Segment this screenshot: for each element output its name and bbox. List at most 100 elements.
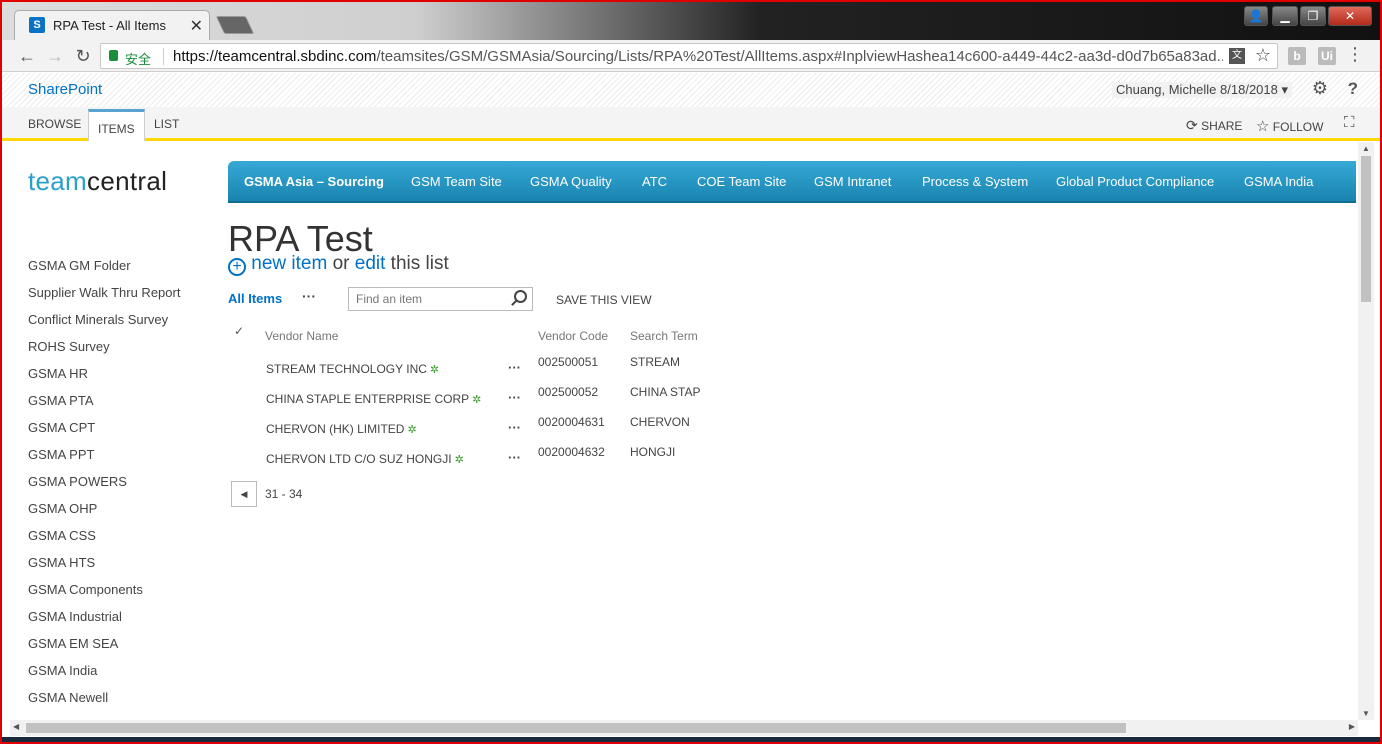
restore-icon[interactable]: ❐ — [1300, 6, 1326, 26]
vendor-name-cell[interactable]: CHERVON (HK) LIMITED ✲ — [266, 422, 417, 436]
address-bar[interactable]: 安全 https://teamcentral.sbdinc.com/teamsi… — [100, 43, 1278, 69]
leftnav-item[interactable]: GSMA India — [28, 661, 180, 688]
search-input[interactable] — [354, 291, 504, 307]
topnav-global-product-compliance[interactable]: Global Product Compliance — [1056, 174, 1214, 189]
topnav-gsma-asia-sourcing[interactable]: GSMA Asia – Sourcing — [244, 174, 384, 189]
leftnav-item[interactable]: GSMA PTA — [28, 391, 180, 418]
vertical-scroll-thumb[interactable] — [1361, 156, 1371, 302]
share-button[interactable]: ⟳ SHARE — [1186, 117, 1242, 134]
profile-icon[interactable]: 👤 — [1244, 6, 1268, 26]
browser-menu-icon[interactable]: ⋮ — [1346, 44, 1364, 65]
reload-icon[interactable]: ↻ — [72, 45, 94, 67]
scroll-left-icon[interactable]: ◀ — [13, 722, 19, 731]
add-circle-icon[interactable]: + — [228, 258, 246, 276]
leftnav-item[interactable]: GSMA Newell — [28, 688, 180, 715]
table-row[interactable]: CHINA STAPLE ENTERPRISE CORP ✲ ··· 002500… — [228, 384, 728, 414]
vendor-name-cell[interactable]: CHERVON LTD C/O SUZ HONGJI ✲ — [266, 452, 464, 466]
extension-b-icon[interactable]: b — [1288, 47, 1306, 65]
site-logo[interactable]: teamcentral — [28, 166, 167, 197]
leftnav-item[interactable]: GSMA GM Folder — [28, 256, 180, 283]
horizontal-scrollbar[interactable]: ◀ ▶ — [10, 720, 1358, 736]
leftnav-item[interactable]: Conflict Minerals Survey — [28, 310, 180, 337]
search-term-cell: CHINA STAP — [630, 385, 701, 399]
vendor-name-cell[interactable]: CHINA STAPLE ENTERPRISE CORP ✲ — [266, 392, 481, 406]
scroll-up-icon[interactable]: ▲ — [1362, 144, 1370, 153]
search-term-cell: CHERVON — [630, 415, 690, 429]
leftnav-item[interactable]: GSMA PPT — [28, 445, 180, 472]
browser-toolbar: ← → ↻ 安全 https://teamcentral.sbdinc.com/… — [2, 40, 1380, 72]
table-row[interactable]: CHERVON (HK) LIMITED ✲ ··· 0020004631 CHE… — [228, 414, 728, 444]
item-menu-ellipsis-icon[interactable]: ··· — [508, 450, 521, 465]
vendor-code-cell: 002500052 — [538, 385, 599, 399]
topnav-gsm-intranet[interactable]: GSM Intranet — [814, 174, 891, 189]
topnav-gsma-quality[interactable]: GSMA Quality — [530, 174, 612, 189]
tab-browse[interactable]: BROWSE — [28, 117, 81, 131]
tab-items[interactable]: ITEMS — [88, 109, 145, 141]
new-item-icon: ✲ — [472, 394, 482, 406]
leftnav-item[interactable]: GSMA OHP — [28, 499, 180, 526]
vertical-scrollbar[interactable]: ▲ ▼ — [1358, 142, 1374, 720]
topnav-gsma-india[interactable]: GSMA India — [1244, 174, 1313, 189]
horizontal-scroll-thumb[interactable] — [26, 723, 1126, 733]
logo-part-central: central — [87, 166, 168, 196]
leftnav-item[interactable]: GSMA HR — [28, 364, 180, 391]
leftnav-item[interactable]: GSMA Industrial — [28, 607, 180, 634]
save-this-view-button[interactable]: SAVE THIS VIEW — [556, 293, 652, 307]
topnav-coe-team-site[interactable]: COE Team Site — [697, 174, 786, 189]
share-label: SHARE — [1201, 119, 1243, 133]
table-row[interactable]: STREAM TECHNOLOGY INC ✲ ··· 002500051 STR… — [228, 354, 728, 384]
search-icon[interactable] — [514, 290, 527, 303]
leftnav-item[interactable]: GSMA HTS — [28, 553, 180, 580]
leftnav-item[interactable]: GSMA CSS — [28, 526, 180, 553]
item-menu-ellipsis-icon[interactable]: ··· — [508, 420, 521, 435]
new-item-icon: ✲ — [454, 454, 464, 466]
leftnav-item[interactable]: Supplier Walk Thru Report — [28, 283, 180, 310]
help-icon[interactable]: ? — [1348, 79, 1358, 99]
focus-on-content-icon[interactable]: ⛶ — [1344, 114, 1355, 131]
leftnav-item[interactable]: GSMA Components — [28, 580, 180, 607]
translate-icon[interactable]: 文 — [1229, 48, 1245, 64]
leftnav-item[interactable]: GSMA POWERS — [28, 472, 180, 499]
table-row[interactable]: CHERVON LTD C/O SUZ HONGJI ✲ ··· 00200046… — [228, 444, 728, 474]
scroll-right-icon[interactable]: ▶ — [1349, 722, 1355, 731]
leftnav-item[interactable]: GSMA EM SEA — [28, 634, 180, 661]
settings-gear-icon[interactable]: ⚙ — [1312, 78, 1328, 99]
item-menu-ellipsis-icon[interactable]: ··· — [508, 390, 521, 405]
column-header-vendor-name[interactable]: Vendor Name — [265, 329, 338, 353]
new-tab-button[interactable] — [215, 16, 255, 34]
topnav-gsm-team-site[interactable]: GSM Team Site — [411, 174, 502, 189]
leftnav-item[interactable]: GSMA CPT — [28, 418, 180, 445]
follow-button[interactable]: ☆ FOLLOW — [1256, 117, 1323, 135]
minimize-icon[interactable]: ▁ — [1272, 6, 1298, 26]
topnav-process-system[interactable]: Process & System — [922, 174, 1028, 189]
tab-list[interactable]: LIST — [154, 117, 179, 131]
previous-page-icon[interactable]: ◀ — [231, 481, 257, 507]
column-header-vendor-code[interactable]: Vendor Code — [538, 329, 608, 353]
bookmark-star-icon[interactable]: ☆ — [1255, 45, 1271, 66]
leftnav-item[interactable]: ROHS Survey — [28, 337, 180, 364]
url-text[interactable]: https://teamcentral.sbdinc.com/teamsites… — [173, 48, 1223, 65]
back-arrow-icon[interactable]: ← — [16, 45, 38, 67]
uipath-extension-icon[interactable]: Ui — [1318, 47, 1336, 65]
view-options-ellipsis-icon[interactable]: ··· — [302, 288, 316, 304]
vendor-name-cell[interactable]: STREAM TECHNOLOGY INC ✲ — [266, 362, 439, 376]
forward-arrow-icon[interactable]: → — [44, 45, 66, 67]
view-bar: All Items ··· SAVE THIS VIEW — [228, 287, 728, 311]
sharepoint-brand-link[interactable]: SharePoint — [28, 81, 102, 98]
all-items-view-link[interactable]: All Items — [228, 291, 282, 306]
item-menu-ellipsis-icon[interactable]: ··· — [508, 360, 521, 375]
scroll-down-icon[interactable]: ▼ — [1362, 709, 1370, 718]
edit-list-link[interactable]: edit — [355, 253, 386, 274]
select-all-checkmark-icon[interactable]: ✓ — [234, 324, 244, 348]
close-tab-icon[interactable]: ✕ — [190, 16, 203, 36]
user-menu[interactable]: Chuang, Michelle 8/18/2018 ▾ — [1111, 82, 1292, 98]
browser-tab[interactable]: S RPA Test - All Items ✕ — [14, 10, 210, 40]
column-header-search-term[interactable]: Search Term — [630, 329, 698, 353]
new-item-link[interactable]: new item — [251, 253, 327, 274]
vendor-code-cell: 0020004632 — [538, 445, 605, 459]
search-term-cell: STREAM — [630, 355, 681, 369]
tab-title: RPA Test - All Items — [53, 18, 166, 33]
window-close-icon[interactable]: ✕ — [1328, 6, 1372, 26]
vendor-code-cell: 002500051 — [538, 355, 599, 369]
topnav-atc[interactable]: ATC — [642, 174, 667, 189]
